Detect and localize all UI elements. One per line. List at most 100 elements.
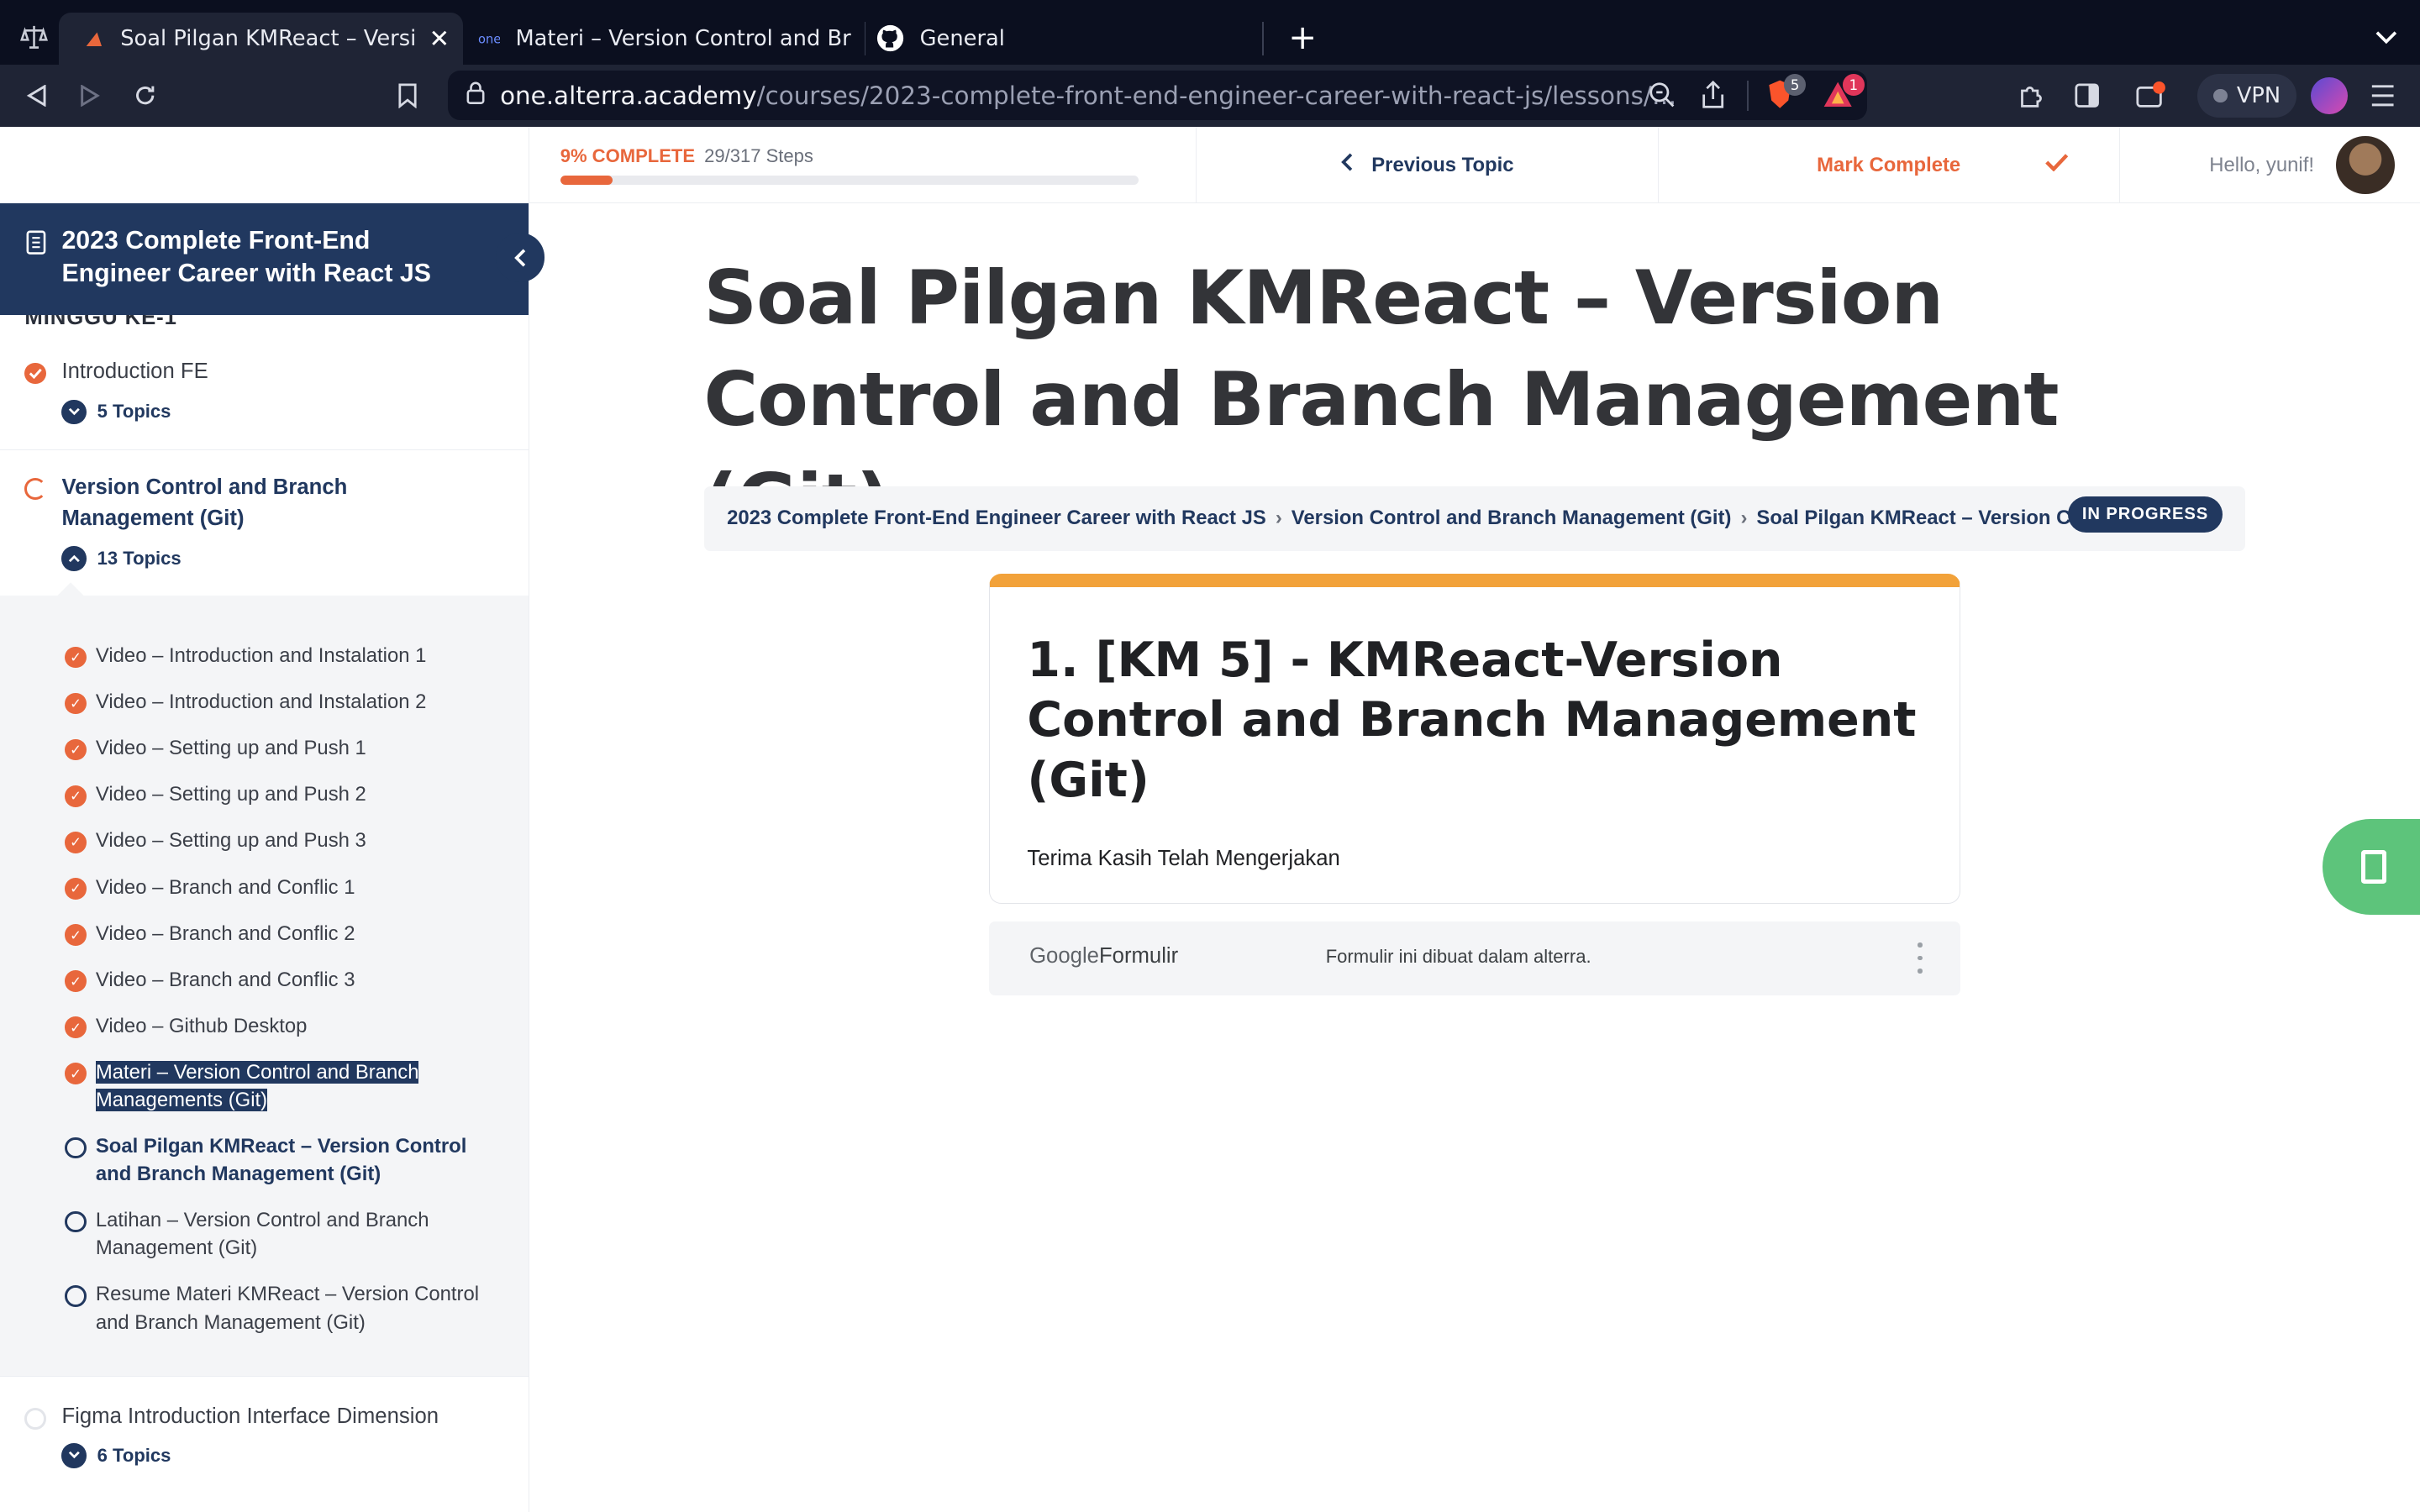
mark-complete-button[interactable]: Mark Complete [1657, 126, 2119, 204]
sidebar-collapse-button[interactable] [495, 233, 545, 283]
wallet-icon[interactable] [2133, 77, 2170, 114]
vpn-button[interactable]: VPN [2197, 74, 2296, 118]
notes-fab-button[interactable] [2323, 819, 2420, 916]
course-header: 2023 Complete Front-End Engineer Career … [0, 203, 529, 315]
topic-label: Video – Setting up and Push 3 [95, 829, 366, 853]
checkmark-icon [2044, 153, 2069, 177]
progress-percent: 9% COMPLETE [560, 144, 696, 166]
form-description: Terima Kasih Telah Mengerjakan [1027, 846, 1340, 870]
topics-toggle[interactable]: 5 Topics [61, 399, 171, 425]
breadcrumb-chevron-icon: › [1740, 507, 1748, 530]
section-title: Introduction FE [61, 359, 208, 383]
previous-topic-label: Previous Topic [1371, 153, 1514, 176]
brand-google: Google [1029, 944, 1099, 969]
form-title: 1. [KM 5] - KMReact-Version Control and … [1027, 632, 1917, 808]
breadcrumb-topic: Soal Pilgan KMReact – Version Co... [1756, 507, 2100, 530]
browser-toolbar: one.alterra.academy /courses/2023-comple… [0, 65, 2420, 127]
topic-label: Video – Introduction and Instalation 1 [95, 644, 427, 668]
section-version-control[interactable]: Version Control and Branch Management (G… [0, 450, 529, 596]
alterra-favicon-icon [83, 28, 105, 50]
more-options-icon[interactable] [1915, 942, 1924, 974]
vpn-status-dot [2213, 88, 2228, 103]
rewards-count-badge: 1 [1843, 74, 1865, 96]
breadcrumb-chevron-icon: › [1275, 507, 1282, 530]
hamburger-menu-icon[interactable] [2365, 77, 2402, 114]
topics-count: 6 Topics [97, 1444, 171, 1466]
profile-avatar[interactable] [2310, 76, 2348, 114]
extensions-icon[interactable] [2012, 77, 2049, 114]
not-started-circle-icon [24, 1408, 47, 1430]
incomplete-circle-icon [65, 1137, 87, 1159]
completed-check-icon: ✓ [65, 1016, 87, 1039]
completed-check-icon: ✓ [65, 970, 87, 992]
topic-label: Video – Branch and Conflic 1 [95, 875, 355, 899]
back-icon[interactable] [18, 77, 55, 114]
completed-check-icon: ✓ [65, 831, 87, 853]
section-introduction-fe[interactable]: Introduction FE 5 Topics [0, 343, 529, 451]
user-avatar [2335, 135, 2395, 195]
topic-label: Video – Branch and Conflic 3 [95, 968, 355, 991]
share-icon[interactable] [1701, 80, 1725, 114]
google-form-card: 1. [KM 5] - KMReact-Version Control and … [989, 574, 1960, 905]
url-path: /courses/2023-complete-front-end-enginee… [756, 81, 1683, 110]
google-forms-logo[interactable]: GoogleFormulir [1029, 944, 1178, 969]
incomplete-circle-icon [65, 1284, 87, 1307]
chevron-down-icon [61, 1443, 87, 1468]
new-tab-button[interactable]: + [1284, 17, 1321, 57]
address-bar[interactable]: one.alterra.academy /courses/2023-comple… [447, 71, 1868, 121]
completed-check-icon: ✓ [65, 924, 87, 946]
breadcrumb: 2023 Complete Front-End Engineer Career … [703, 486, 2246, 551]
progress-steps: 29/317 Steps [704, 144, 813, 166]
completed-check-icon: ✓ [65, 1063, 87, 1085]
completed-check-icon: ✓ [65, 692, 87, 715]
form-footer-note: Formulir ini dibuat dalam alterra. [1325, 945, 1591, 967]
topic-label: Soal Pilgan KMReact – Version Control an… [95, 1135, 467, 1186]
previous-topic-button[interactable]: Previous Topic [1196, 126, 1657, 204]
topic-label: Video – Branch and Conflic 2 [95, 921, 355, 945]
completed-check-icon: ✓ [65, 785, 87, 807]
alterra-favicon-icon: one [478, 28, 501, 50]
chevron-left-icon [1340, 153, 1354, 177]
topic-list: ✓ Video – Introduction and Instalation 1 … [0, 582, 529, 1377]
tab-materi[interactable]: one Materi – Version Control and Branch [478, 13, 861, 65]
close-tab-icon[interactable]: ✕ [429, 24, 450, 53]
topic-label: Video – Github Desktop [95, 1014, 308, 1037]
topics-toggle[interactable]: 13 Topics [61, 546, 182, 571]
github-icon [876, 24, 904, 52]
section-figma-introduction[interactable]: Figma Introduction Interface Dimension 6… [0, 1376, 529, 1512]
browser-tab-bar: Soal Pilgan KMReact – Version C ✕ one Ma… [0, 0, 2420, 75]
sidebar-toggle-icon[interactable] [2068, 77, 2105, 114]
completed-check-icon [24, 362, 47, 385]
shields-count-badge: 5 [1784, 74, 1806, 96]
lock-icon [466, 81, 485, 111]
topics-toggle[interactable]: 6 Topics [61, 1443, 171, 1468]
tab-active[interactable]: Soal Pilgan KMReact – Version C ✕ [58, 12, 463, 66]
course-sidebar: MINGGU KE-1 Introduction FE 5 Topics Ver… [0, 126, 529, 1512]
section-title: Version Control and Branch Management (G… [61, 475, 348, 530]
breadcrumb-course-link[interactable]: 2023 Complete Front-End Engineer Career … [727, 507, 1266, 530]
in-progress-icon [24, 478, 47, 501]
bookmark-icon[interactable] [389, 77, 426, 114]
section-title: Figma Introduction Interface Dimension [61, 1404, 439, 1429]
topic-label: Materi – Version Control and Branch Mana… [95, 1058, 443, 1114]
breadcrumb-lesson-link[interactable]: Version Control and Branch Management (G… [1292, 507, 1732, 530]
tab-list-chevron-icon[interactable] [2367, 18, 2404, 55]
topic-label: Latihan – Version Control and Branch Man… [95, 1209, 429, 1260]
zoom-icon[interactable] [1649, 81, 1675, 113]
tab-title: Soal Pilgan KMReact – Version C [120, 25, 417, 51]
reload-icon[interactable] [127, 77, 164, 114]
vpn-label: VPN [2236, 82, 2281, 108]
user-menu[interactable]: Hello, yunif! [2118, 126, 2420, 204]
topics-count: 5 Topics [97, 401, 171, 423]
scales-icon[interactable] [15, 18, 52, 55]
completed-check-icon: ✓ [65, 646, 87, 669]
forward-icon[interactable] [71, 77, 108, 114]
tab-divider [1262, 21, 1265, 56]
tab-title: General [919, 25, 1005, 51]
greeting: Hello, yunif! [2209, 153, 2314, 176]
tab-general[interactable]: General [876, 13, 1247, 65]
brand-formulir: Formulir [1098, 944, 1179, 969]
google-form-footer: GoogleFormulir Formulir ini dibuat dalam… [989, 921, 1960, 995]
progress-bar [560, 176, 1139, 186]
incomplete-circle-icon [65, 1210, 87, 1233]
